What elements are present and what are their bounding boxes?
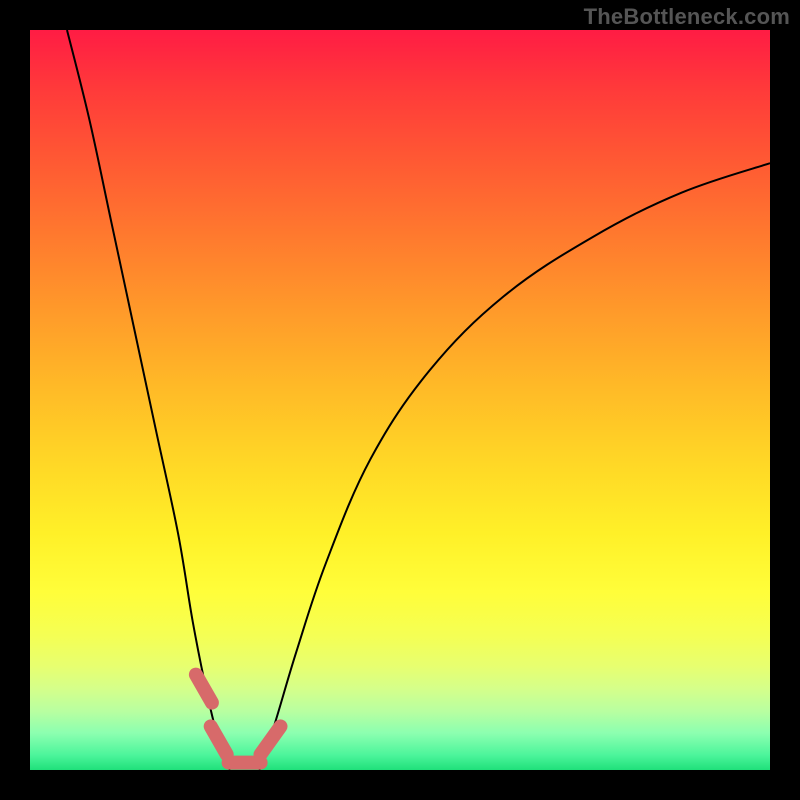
plot-svg	[30, 30, 770, 770]
curve-right-branch	[259, 163, 770, 770]
plot-area	[30, 30, 770, 770]
curve-left-branch	[67, 30, 230, 770]
left-blob-upper	[196, 675, 212, 703]
marker-group	[196, 675, 281, 763]
left-blob-lower	[211, 726, 227, 754]
chart-stage: TheBottleneck.com	[0, 0, 800, 800]
right-blob	[261, 726, 281, 754]
watermark-text: TheBottleneck.com	[584, 4, 790, 30]
